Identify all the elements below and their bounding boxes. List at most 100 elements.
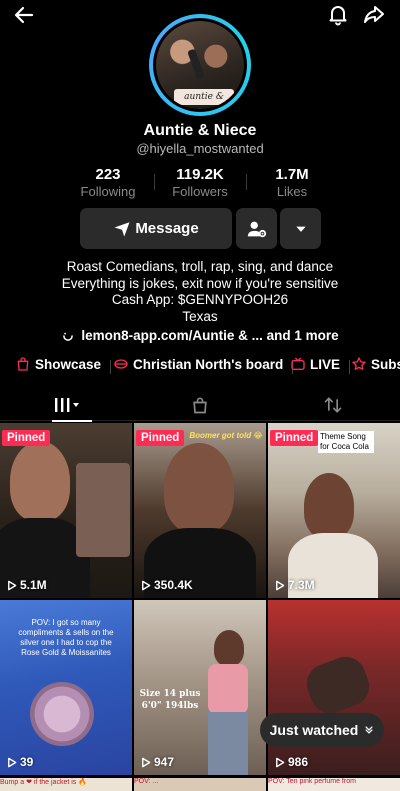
- pill-label: Christian North's board: [133, 356, 284, 372]
- video-caption: POV: Ten pink perfume from: [268, 778, 356, 785]
- more-options-button[interactable]: [280, 208, 321, 249]
- video-caption: Bump a ❤ if the jacket is 🔥: [0, 779, 87, 786]
- watch-image: [30, 682, 94, 746]
- avatar-logo: auntie & niece: [174, 89, 234, 109]
- send-icon: [114, 221, 130, 236]
- person-figure: [164, 443, 234, 533]
- video-thumbnail[interactable]: Bump a ❤ if the jacket is 🔥: [0, 778, 132, 791]
- product-box: [76, 463, 130, 557]
- view-count-text: 39: [20, 755, 34, 769]
- stat-label: Following: [80, 184, 136, 199]
- pill-label: LIVE: [310, 356, 341, 372]
- profile-handle: @hiyella_mostwanted: [136, 141, 264, 156]
- stat-likes[interactable]: 1.7M Likes: [246, 166, 338, 200]
- play-icon: [142, 757, 151, 767]
- view-count-text: 350.4K: [154, 578, 193, 592]
- video-caption: POV: ...: [134, 778, 159, 785]
- bio-link[interactable]: lemon8-app.com/Auntie & ... and 1 more: [0, 328, 400, 343]
- video-thumbnail[interactable]: Pinned 5.1M: [0, 423, 132, 598]
- person-figure: [10, 441, 70, 521]
- bag-icon: [17, 357, 29, 371]
- video-row-partial: Bump a ❤ if the jacket is 🔥 POV: ... POV…: [0, 778, 400, 791]
- sandal-image: [301, 651, 375, 719]
- video-thumbnail[interactable]: Pinned Theme Song for Coca Cola 7.3M: [268, 423, 400, 598]
- stat-value: 119.2K: [176, 166, 224, 183]
- stat-label: Likes: [276, 184, 308, 199]
- avatar-photo: auntie & niece: [156, 21, 244, 109]
- message-label: Message: [135, 220, 199, 237]
- pill-subs[interactable]: Subs: [351, 356, 400, 372]
- view-count: 7.3M: [274, 578, 315, 592]
- bio-line: Texas: [182, 308, 218, 324]
- view-count: 350.4K: [140, 578, 193, 592]
- live-tv-icon: [291, 357, 305, 370]
- pinned-badge: Pinned: [136, 430, 185, 446]
- divider: [110, 360, 112, 374]
- profile-bio: Roast Comedians, troll, rap, sing, and d…: [0, 259, 400, 325]
- profile-name: Auntie & Niece: [143, 122, 257, 139]
- bio-line: Roast Comedians, troll, rap, sing, and d…: [66, 259, 334, 274]
- bio-line: Everything is jokes, exit now if you're …: [61, 275, 339, 291]
- video-caption: Boomer got told 😂: [189, 431, 263, 440]
- lock-bag-icon: [192, 397, 207, 414]
- caret-down-icon: [295, 226, 306, 232]
- view-count-text: 7.3M: [288, 578, 315, 592]
- play-icon: [8, 580, 17, 590]
- video-caption: Size 14 plus 6'0" 194lbs: [139, 689, 201, 711]
- profile-avatar[interactable]: auntie & niece: [149, 14, 251, 116]
- view-count: 5.1M: [6, 578, 47, 592]
- video-thumbnail[interactable]: POV: Ten pink perfume from: [268, 778, 400, 791]
- video-thumbnail[interactable]: POV: I got so many compliments & sells o…: [0, 600, 132, 775]
- view-count-text: 947: [154, 755, 175, 769]
- grid-icon: [54, 398, 79, 412]
- just-watched-button[interactable]: Just watched: [260, 713, 384, 747]
- double-chevron-down-icon: [365, 726, 373, 734]
- stat-followers[interactable]: 119.2K Followers: [154, 166, 246, 200]
- video-thumbnail[interactable]: Size 14 plus 6'0" 194lbs 947: [134, 600, 266, 775]
- video-thumbnail[interactable]: POV: ...: [134, 778, 266, 791]
- pill-label: Subs: [371, 356, 400, 372]
- share-arrow-icon[interactable]: [362, 2, 386, 26]
- message-button[interactable]: Message: [80, 208, 232, 249]
- microphone-icon: [187, 48, 205, 80]
- divider: [349, 360, 351, 374]
- follow-options-button[interactable]: [236, 208, 277, 249]
- bio-line: Cash App: $GENNYPOOH26: [111, 292, 289, 307]
- pinned-badge: Pinned: [2, 430, 51, 446]
- stat-value: 223: [95, 166, 121, 183]
- person-top: [208, 664, 248, 714]
- stat-following[interactable]: 223 Following: [62, 166, 154, 200]
- link-icon: [63, 332, 74, 341]
- tab-private[interactable]: [133, 389, 266, 421]
- play-icon: [8, 757, 17, 767]
- stat-value: 1.7M: [275, 166, 309, 183]
- play-icon: [142, 580, 151, 590]
- view-count-text: 5.1M: [20, 578, 47, 592]
- view-count: 39: [6, 755, 33, 769]
- video-thumbnail[interactable]: Pinned Boomer got told 😂 350.4K: [134, 423, 266, 598]
- pill-label: Showcase: [35, 356, 102, 372]
- video-thumbnail[interactable]: 986: [268, 600, 400, 775]
- bio-link-text: lemon8-app.com/Auntie & ... and 1 more: [81, 328, 339, 343]
- video-caption: POV: I got so many compliments & sells o…: [18, 618, 114, 657]
- person-figure: [304, 473, 354, 539]
- lips-icon: [114, 359, 128, 369]
- tab-videos[interactable]: [0, 389, 133, 422]
- pill-board[interactable]: Christian North's board: [113, 356, 294, 374]
- pinned-badge: Pinned: [270, 430, 319, 446]
- profile-pills: Showcase Christian North's board LIVE Su…: [0, 356, 400, 378]
- stat-label: Followers: [172, 184, 228, 199]
- repost-icon: [324, 397, 341, 413]
- profile-stats: 223 Following 119.2K Followers 1.7M Like…: [62, 166, 338, 200]
- play-icon: [276, 580, 285, 590]
- tab-reposts[interactable]: [266, 389, 399, 421]
- bell-icon[interactable]: [326, 2, 350, 26]
- pill-showcase[interactable]: Showcase: [15, 356, 112, 374]
- play-icon: [276, 757, 285, 767]
- view-count: 947: [140, 755, 174, 769]
- just-watched-label: Just watched: [269, 722, 359, 738]
- view-count: 986: [274, 755, 308, 769]
- pill-live[interactable]: LIVE: [290, 356, 351, 374]
- arrow-left-icon[interactable]: [12, 3, 36, 27]
- video-caption: Theme Song for Coca Cola: [318, 431, 374, 453]
